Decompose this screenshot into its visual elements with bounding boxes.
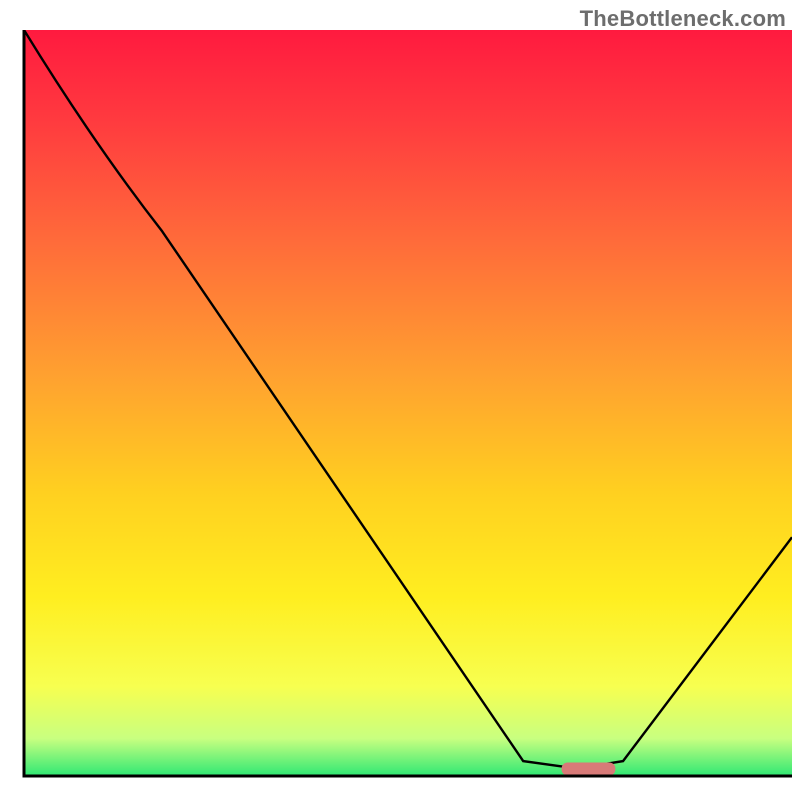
bottleneck-chart: TheBottleneck.com — [0, 0, 800, 800]
optimal-point-marker — [562, 763, 616, 776]
watermark-label: TheBottleneck.com — [580, 6, 786, 32]
chart-svg — [0, 0, 800, 800]
gradient-background — [24, 30, 792, 776]
